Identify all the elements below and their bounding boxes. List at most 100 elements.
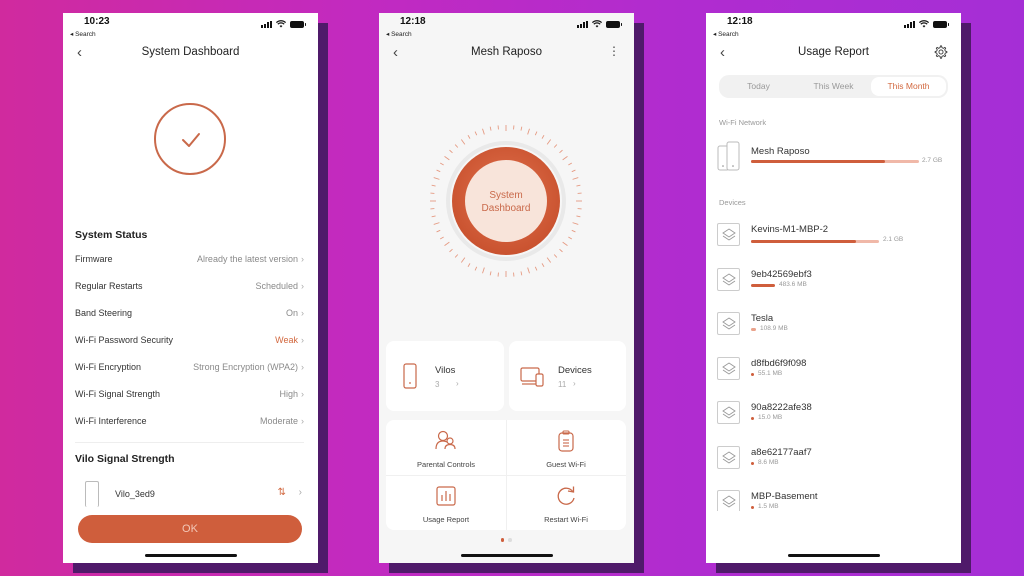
status-bar: 12:18 ◂ Search (379, 13, 634, 41)
device-name: 9eb42569ebf3 (751, 268, 812, 280)
parental-controls-button[interactable]: Parental Controls (386, 420, 506, 475)
devices-card[interactable]: Devices 11 › (509, 341, 626, 411)
device-layers-icon (717, 267, 740, 291)
dial-tick (568, 236, 573, 240)
tab-today[interactable]: Today (721, 77, 796, 96)
phone-system-dashboard: 10:23 ◂ Search ‹ System Dashboard System… (63, 13, 318, 563)
usage-report-button[interactable]: Usage Report (386, 475, 506, 530)
status-row-value: Scheduled (255, 281, 298, 291)
status-bar: 12:18 ◂ Search (706, 13, 961, 41)
dial-tick (546, 139, 552, 145)
dial-tick (553, 144, 558, 148)
vilos-card[interactable]: Vilos 3 › (386, 341, 504, 411)
vilo-device-icon (85, 481, 99, 507)
dial-tick (520, 271, 523, 276)
device-usage-size: 108.9 MB (760, 325, 788, 332)
status-row-label: Wi-Fi Password Security (75, 335, 174, 345)
dial-tick (433, 222, 440, 225)
status-row[interactable]: Wi-Fi Password Security Weak › (75, 331, 304, 349)
dial-tick (474, 266, 478, 271)
restart-icon (557, 486, 575, 505)
device-usage-row[interactable]: Kevins-M1-MBP-2 2.1 GB (717, 223, 951, 253)
dial-tick (489, 126, 492, 131)
status-row[interactable]: Wi-Fi Interference Moderate › (75, 412, 304, 430)
status-row[interactable]: Regular Restarts Scheduled › (75, 277, 304, 295)
restart-wifi-button[interactable]: Restart Wi-Fi (506, 475, 626, 530)
status-row-label: Firmware (75, 254, 113, 264)
status-row[interactable]: Band Steering On › (75, 304, 304, 322)
status-time: 12:18 (400, 16, 426, 27)
status-row[interactable]: Wi-Fi Signal Strength High › (75, 385, 304, 403)
battery-icon (606, 20, 622, 28)
restart-wifi-label: Restart Wi-Fi (544, 515, 588, 524)
ok-button[interactable]: OK (78, 515, 302, 543)
dial-label-line2: Dashboard (482, 203, 531, 214)
vilo-signal-row[interactable]: Vilo_3ed9 ⇅ › (75, 479, 304, 507)
device-usage-row[interactable]: 90a8222afe38 15.0 MB (717, 401, 951, 431)
wifi-network-label: Wi-Fi Network (719, 118, 767, 127)
dial-tick (559, 149, 563, 154)
gear-icon[interactable] (934, 45, 948, 59)
system-dashboard-dial[interactable]: System Dashboard (425, 120, 587, 282)
dial-tick (467, 134, 471, 139)
chevron-right-icon: › (301, 362, 304, 372)
usage-bar (751, 160, 885, 163)
status-row-value: Already the latest version (196, 254, 298, 264)
device-usage-size: 483.6 MB (779, 280, 807, 288)
tab-this-month[interactable]: This Month (871, 77, 946, 96)
dial-tick (559, 248, 563, 253)
back-to-search-link[interactable]: ◂ Search (386, 30, 412, 38)
dial-tick (571, 229, 576, 233)
usage-bar (751, 240, 856, 243)
device-usage-row[interactable]: Tesla 108.9 MB (717, 312, 951, 342)
page-dot[interactable] (508, 538, 512, 542)
device-name: Kevins-M1-MBP-2 (751, 224, 829, 235)
device-layers-icon (717, 490, 740, 513)
device-usage-row[interactable]: 9eb42569ebf3 483.6 MB (717, 267, 951, 298)
page-indicator[interactable] (500, 538, 512, 542)
device-name: a8e62177aaf7 (751, 446, 812, 458)
phone-usage-report: 12:18 ◂ Search ‹ Usage Report Today This… (706, 13, 961, 563)
dial-tick (460, 257, 466, 263)
status-row[interactable]: Wi-Fi Encryption Strong Encryption (WPA2)… (75, 358, 304, 376)
device-name: Tesla (751, 313, 774, 324)
device-usage-size: 2.1 GB (883, 236, 904, 243)
status-row[interactable]: Firmware Already the latest version › (75, 250, 304, 268)
dial-tick (449, 248, 453, 253)
device-usage-size: 8.6 MB (758, 458, 779, 466)
chevron-right-icon: › (301, 281, 304, 291)
status-row-label: Band Steering (75, 308, 133, 318)
guest-wifi-icon (558, 430, 574, 452)
battery-icon (933, 20, 949, 28)
back-to-search-link[interactable]: ◂ Search (70, 30, 96, 38)
wifi-icon (276, 20, 286, 28)
page-title: Mesh Raposo (471, 46, 542, 58)
more-options-icon[interactable]: ⋮ (608, 44, 620, 58)
status-row-label: Regular Restarts (75, 281, 143, 291)
chevron-right-icon: › (298, 487, 302, 498)
usage-bar (751, 417, 754, 420)
page-dot-active[interactable] (500, 538, 504, 542)
device-name: 90a8222afe38 (751, 402, 812, 413)
check-circle-icon (154, 103, 226, 175)
device-usage-row[interactable]: d8fbd6f9f098 55.1 MB (717, 356, 951, 387)
back-to-search-link[interactable]: ◂ Search (713, 30, 739, 38)
guest-wifi-label: Guest Wi-Fi (546, 460, 586, 469)
usage-bar (751, 372, 754, 376)
cellular-signal-icon (261, 20, 272, 28)
status-row-value: Moderate (259, 416, 298, 426)
dial-tick (546, 257, 552, 263)
dial-label-line1: System (489, 190, 522, 201)
dial-tick (489, 271, 492, 276)
guest-wifi-button[interactable]: Guest Wi-Fi (506, 420, 626, 475)
usage-bar-track (751, 240, 879, 243)
battery-icon (290, 20, 306, 28)
dial-center (465, 160, 547, 242)
status-row-label: Wi-Fi Encryption (75, 362, 142, 372)
period-segmented-control: Today This Week This Month (719, 75, 948, 98)
device-usage-row[interactable]: a8e62177aaf7 8.6 MB (717, 445, 951, 476)
vilo-name: Vilo_3ed9 (115, 489, 155, 499)
status-row-label: Wi-Fi Signal Strength (75, 389, 161, 399)
tab-this-week[interactable]: This Week (796, 77, 871, 96)
quick-actions-grid: Parental Controls Guest Wi-Fi Usage Repo… (386, 420, 626, 530)
